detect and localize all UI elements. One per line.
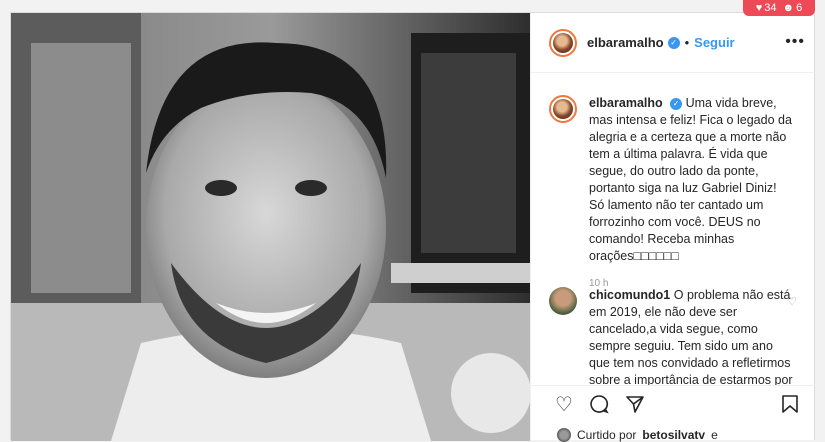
avatar[interactable] [549,28,577,57]
activity-notification[interactable]: ♥ 34 ☻ 6 [743,0,815,16]
person-icon: ☻ [782,2,795,14]
avatar[interactable] [549,95,577,123]
verified-icon: ✓ [667,36,680,49]
notification-likes: ♥ 34 [755,2,777,14]
verified-icon: ✓ [670,97,683,110]
comment-text: O problema não está em 2019, ele não dev… [589,288,793,385]
separator-dot: • [684,35,690,50]
comments-list[interactable]: elbaramalho ✓ Uma vida breve, mas intens… [531,73,817,385]
notification-followers: ☻ 6 [782,2,803,14]
heart-icon[interactable]: ♡ [555,394,573,416]
comment-username[interactable]: chicomundo1 [589,288,670,302]
caption: elbaramalho ✓ Uma vida breve, mas intens… [549,95,799,292]
comment-item: chicomundo1 O problema não está em 2019,… [549,287,799,385]
post-modal: elbaramalho ✓ • Seguir ••• elbaramalho ✓… [10,12,817,442]
like-comment-heart-icon[interactable]: ♡ [787,295,797,308]
follow-button[interactable]: Seguir [694,35,734,50]
post-photo-image [11,13,530,441]
more-icon[interactable]: ••• [785,33,805,51]
post-username[interactable]: elbaramalho [587,35,664,50]
heart-icon: ♥ [755,2,763,14]
share-icon[interactable] [625,394,645,419]
caption-text: Uma vida breve, mas intensa e feliz! Fic… [589,96,792,263]
post-sidebar: elbaramalho ✓ • Seguir ••• elbaramalho ✓… [530,13,817,442]
post-header: elbaramalho ✓ • Seguir ••• [531,13,817,73]
comment-icon[interactable] [589,394,609,419]
caption-username[interactable]: elbaramalho [589,96,663,110]
post-actions: ♡ Curtido por betosilvatv e [531,385,817,442]
bookmark-icon[interactable] [781,394,799,419]
avatar[interactable] [549,287,577,315]
post-photo[interactable] [11,13,530,441]
